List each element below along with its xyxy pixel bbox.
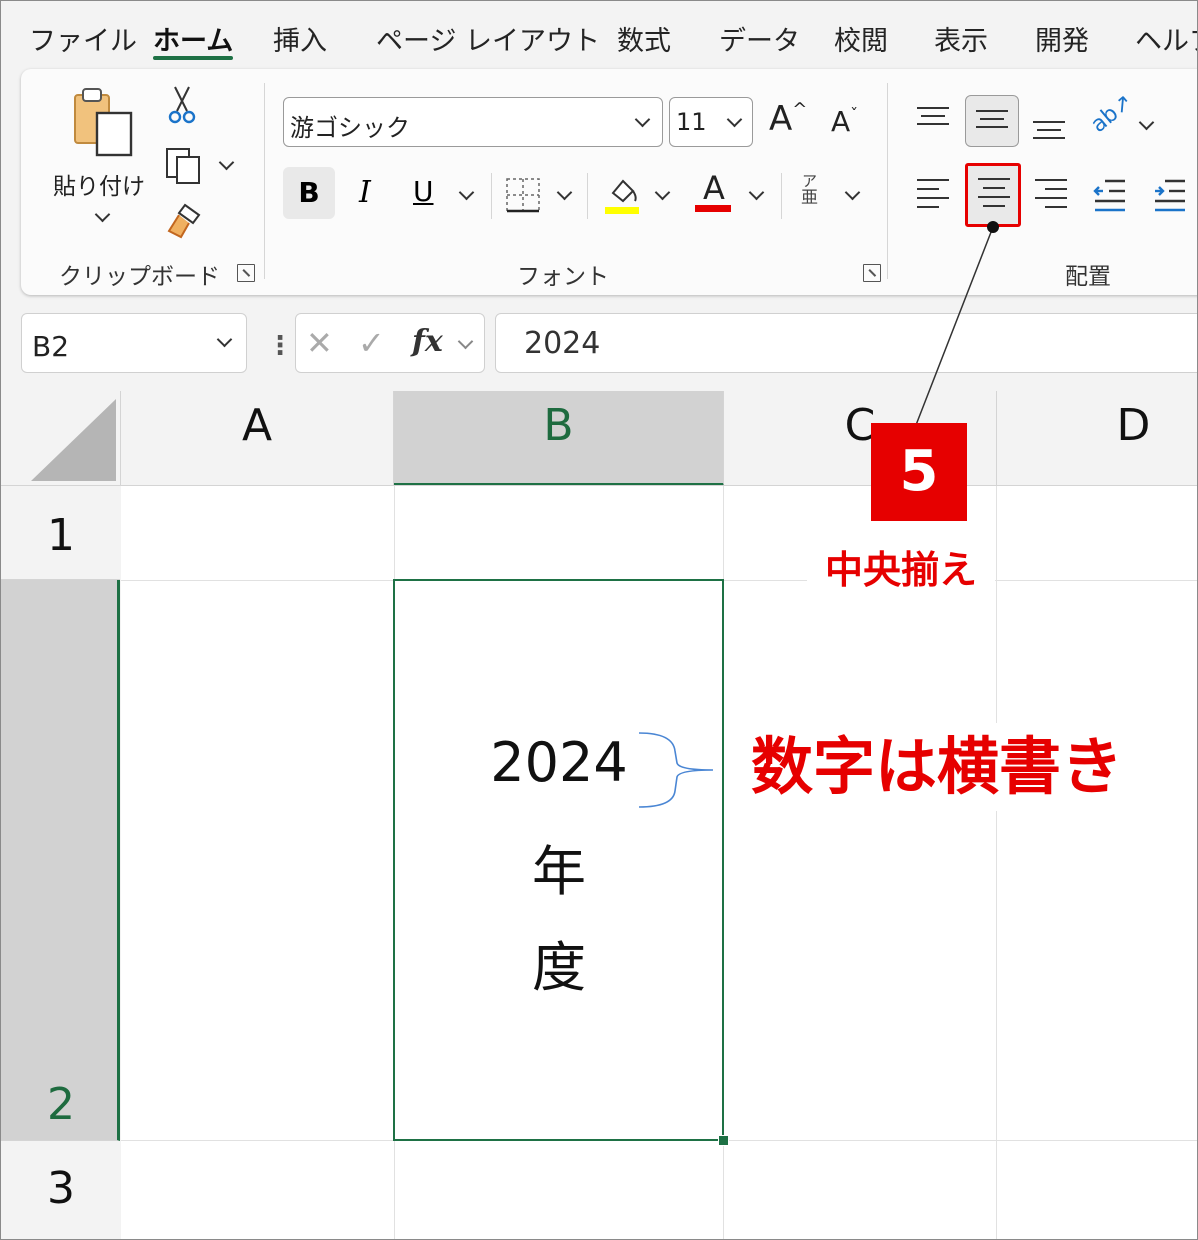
brace-icon <box>638 732 714 808</box>
annotation-layer <box>638 221 999 808</box>
step-label: 中央揃え <box>807 541 996 599</box>
note-label: 数字は横書き <box>737 723 1138 811</box>
callout-dot <box>987 221 999 233</box>
step-badge: 5 <box>871 423 967 521</box>
callout-line <box>915 226 994 426</box>
excel-window: ファイル ホーム 挿入 ページ レイアウト 数式 データ 校閲 表示 開発 ヘル… <box>0 0 1198 1240</box>
